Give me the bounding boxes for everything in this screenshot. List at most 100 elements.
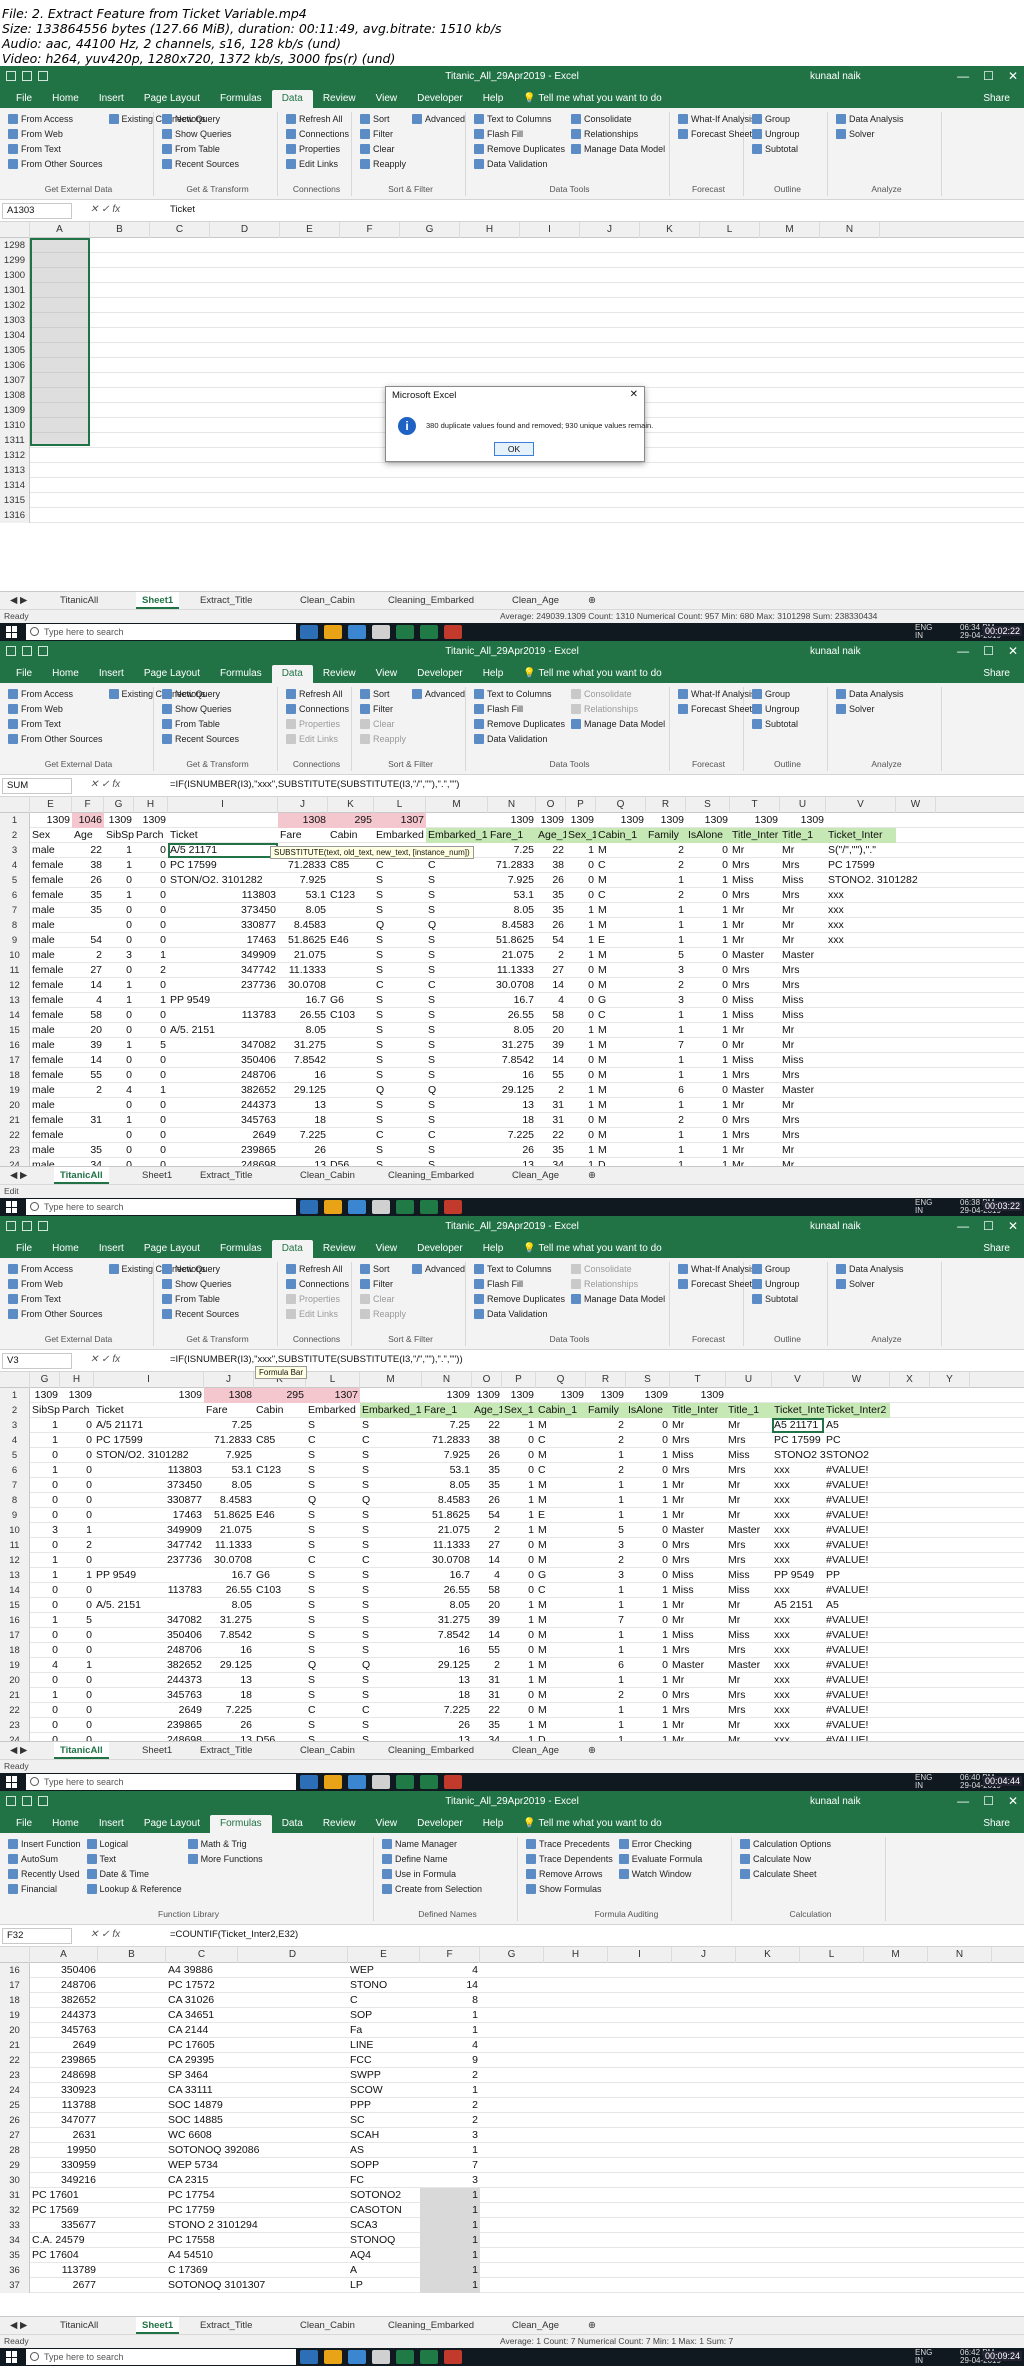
data-cell[interactable]: LP <box>348 2278 420 2293</box>
data-cell[interactable]: Mr <box>726 1718 772 1733</box>
data-cell[interactable]: 0 <box>134 858 168 873</box>
data-cell[interactable]: STON/O2. 3101282 <box>168 873 278 888</box>
share-button[interactable]: Share <box>983 90 1010 108</box>
data-cell[interactable]: 1 <box>626 1493 670 1508</box>
ribbon-item-refresh-all[interactable]: Refresh All <box>286 112 349 126</box>
column-title-cell[interactable]: Embarked <box>306 1403 360 1418</box>
data-cell[interactable]: 51.8625 <box>278 933 328 948</box>
data-cell[interactable] <box>254 1523 306 1538</box>
data-cell[interactable]: 0 <box>134 1098 168 1113</box>
data-cell[interactable]: male <box>30 1083 72 1098</box>
data-cell[interactable]: C <box>374 978 426 993</box>
data-cell[interactable]: 7.225 <box>422 1703 472 1718</box>
count-cell[interactable]: 1309 <box>104 813 134 828</box>
column-title-cell[interactable]: Title_Inter <box>730 828 780 843</box>
data-cell[interactable]: 7 <box>646 1038 686 1053</box>
ribbon-item-ungroup[interactable]: Ungroup <box>752 702 800 716</box>
data-cell[interactable]: 1 <box>686 933 730 948</box>
row-number[interactable]: 19 <box>0 1083 30 1098</box>
minimize-icon[interactable]: — <box>957 1219 969 1233</box>
data-cell[interactable]: 113783 <box>94 1583 204 1598</box>
data-cell[interactable]: Mrs <box>670 1538 726 1553</box>
ribbon-item-solver[interactable]: Solver <box>836 127 904 141</box>
data-cell[interactable]: 7.925 <box>204 1448 254 1463</box>
data-cell[interactable]: 1 <box>30 1418 60 1433</box>
data-cell[interactable]: Miss <box>670 1583 726 1598</box>
column-title-cell[interactable]: Age_1 <box>536 828 568 843</box>
data-cell[interactable]: S <box>374 888 426 903</box>
row-number[interactable]: 5 <box>0 1448 30 1463</box>
data-cell[interactable]: #VALUE! <box>824 1523 890 1538</box>
sheet-tab-clean-age[interactable]: Clean_Age <box>506 2317 565 2334</box>
data-cell[interactable]: 0 <box>686 993 730 1008</box>
row-number[interactable]: 15 <box>0 1598 30 1613</box>
data-cell[interactable]: female <box>30 873 72 888</box>
data-cell[interactable]: 0 <box>30 1538 60 1553</box>
data-cell[interactable]: 0 <box>104 933 134 948</box>
ribbon-item-solver[interactable]: Solver <box>836 702 904 716</box>
data-cell[interactable]: Mrs <box>726 1553 772 1568</box>
data-cell[interactable]: 4 <box>30 1658 60 1673</box>
tab-page-layout[interactable]: Page Layout <box>134 1815 210 1833</box>
ribbon-item-data-analysis[interactable]: Data Analysis <box>836 112 904 126</box>
column-header-u[interactable]: U <box>780 797 826 813</box>
sheet-tab-extract-title[interactable]: Extract_Title <box>194 1742 258 1759</box>
data-cell[interactable]: Mrs <box>670 1643 726 1658</box>
data-cell[interactable]: M <box>536 1478 586 1493</box>
column-title-cell[interactable]: Title_1 <box>726 1403 772 1418</box>
row-number[interactable]: 33 <box>0 2218 30 2233</box>
data-cell[interactable]: xxx <box>826 888 896 903</box>
data-cell[interactable]: Mrs <box>670 1703 726 1718</box>
data-cell[interactable]: S <box>360 1538 422 1553</box>
data-cell[interactable]: S <box>426 1113 488 1128</box>
tab-file[interactable]: File <box>6 1240 42 1258</box>
data-cell[interactable]: Mr <box>780 1158 826 1166</box>
data-cell[interactable]: CA 31026 <box>166 1993 238 2008</box>
data-cell[interactable]: 0 <box>60 1433 94 1448</box>
data-cell[interactable]: xxx <box>772 1613 824 1628</box>
data-cell[interactable]: male <box>30 948 72 963</box>
sheet-tab-cleaning-embarked[interactable]: Cleaning_Embarked <box>382 2317 480 2334</box>
data-cell[interactable]: 1 <box>420 2188 480 2203</box>
name-box[interactable]: SUM <box>2 778 72 794</box>
formula-input[interactable]: Ticket <box>170 204 195 215</box>
tab-formulas[interactable]: Formulas <box>210 1240 272 1258</box>
data-cell[interactable]: 71.2833 <box>488 858 536 873</box>
select-all-corner[interactable] <box>0 222 30 238</box>
excel-icon[interactable] <box>420 2350 438 2364</box>
data-cell[interactable]: M <box>596 1083 646 1098</box>
data-cell[interactable]: PC 17605 <box>166 2038 238 2053</box>
data-cell[interactable]: S <box>360 1643 422 1658</box>
data-cell[interactable] <box>238 2188 348 2203</box>
row-number[interactable]: 1 <box>0 1388 30 1403</box>
row-number[interactable]: 36 <box>0 2263 30 2278</box>
data-cell[interactable]: S <box>374 993 426 1008</box>
data-cell[interactable]: 0 <box>502 1553 536 1568</box>
count-cell[interactable]: 1308 <box>204 1388 254 1403</box>
data-cell[interactable]: 55 <box>536 1068 566 1083</box>
data-cell[interactable]: Mr <box>730 843 780 858</box>
data-cell[interactable]: Mrs <box>780 1128 826 1143</box>
data-cell[interactable]: 55 <box>472 1643 502 1658</box>
data-cell[interactable]: 21.075 <box>422 1523 472 1538</box>
column-header-i[interactable]: I <box>608 1947 672 1963</box>
data-cell[interactable]: 1 <box>420 2263 480 2278</box>
data-cell[interactable]: 8.05 <box>422 1478 472 1493</box>
data-cell[interactable]: M <box>596 948 646 963</box>
tab-formulas[interactable]: Formulas <box>210 90 272 108</box>
data-cell[interactable]: 330877 <box>94 1493 204 1508</box>
column-header-b[interactable]: B <box>98 1947 166 1963</box>
ribbon-item-what-if-analysis[interactable]: What-If Analysis <box>678 112 756 126</box>
data-cell[interactable]: 1 <box>420 2008 480 2023</box>
add-sheet-button[interactable]: ⊕ <box>582 592 602 609</box>
data-cell[interactable]: 1 <box>134 993 168 1008</box>
data-cell[interactable]: 8.05 <box>278 903 328 918</box>
data-cell[interactable]: 35 <box>472 1718 502 1733</box>
excel-icon[interactable] <box>396 2350 414 2364</box>
count-cell[interactable] <box>168 813 278 828</box>
sheet-tab-clean-cabin[interactable]: Clean_Cabin <box>294 592 361 609</box>
ribbon-item-from-access[interactable]: From Access <box>8 687 103 701</box>
data-cell[interactable]: 26.55 <box>204 1583 254 1598</box>
data-cell[interactable]: Mr <box>726 1493 772 1508</box>
data-cell[interactable]: 26 <box>422 1718 472 1733</box>
